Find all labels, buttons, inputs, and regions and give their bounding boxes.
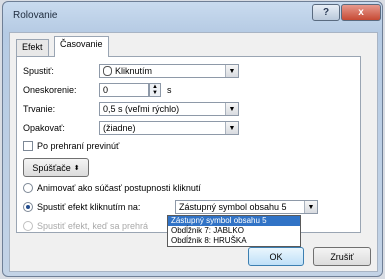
- start-select[interactable]: Kliknutím ▼: [99, 64, 239, 78]
- start-value: Kliknutím: [115, 66, 153, 76]
- repeat-select[interactable]: (žiadne) ▼: [99, 121, 239, 135]
- radio-click-on-label: Spustiť efekt kliknutím na:: [37, 202, 141, 212]
- help-button[interactable]: ?: [312, 4, 340, 21]
- start-label: Spustiť:: [23, 66, 54, 76]
- trigger-object-select[interactable]: Zástupný symbol obsahu 5 ▼: [175, 200, 318, 214]
- duration-value: 0,5 s (veľmi rýchlo): [103, 104, 180, 114]
- rewind-label: Po prehraní previnúť: [37, 141, 120, 151]
- tab-efekt[interactable]: Efekt: [16, 39, 49, 56]
- delay-spinner[interactable]: ▲ ▼: [149, 83, 161, 97]
- radio-sequence-label: Animovať ako súčasť postupnosti kliknutí: [37, 183, 201, 193]
- chevron-down-icon[interactable]: ▼: [225, 103, 238, 115]
- delay-unit: s: [167, 85, 172, 95]
- timing-panel: Spustiť: Kliknutím ▼ Oneskorenie: 0 ▲ ▼ s…: [16, 56, 361, 233]
- dialog-window: Rolovanie ? x Efekt Časovanie Spustiť: K…: [2, 1, 383, 277]
- repeat-label: Opakovať:: [23, 123, 65, 133]
- duration-label: Trvanie:: [23, 104, 56, 114]
- chevron-down-icon[interactable]: ▼: [225, 122, 238, 134]
- radio-bookmark: [23, 221, 33, 231]
- trigger-dropdown-list: Zástupný symbol obsahu 5 Obdĺžnik 7: JAB…: [167, 215, 301, 247]
- chevron-down-icon[interactable]: ▼: [225, 65, 238, 77]
- expand-icon: ⬍: [73, 164, 80, 172]
- radio-bookmark-label: Spustiť efekt, keď sa prehrá: [37, 221, 148, 231]
- ok-button[interactable]: OK: [248, 247, 304, 266]
- delay-input[interactable]: 0: [99, 83, 149, 97]
- triggers-button[interactable]: Spúšťače ⬍: [23, 158, 89, 177]
- radio-click-on[interactable]: [23, 202, 33, 212]
- radio-sequence[interactable]: [23, 183, 33, 193]
- tab-casovanie[interactable]: Časovanie: [54, 36, 109, 57]
- mouse-click-icon: [103, 66, 112, 76]
- delay-label: Oneskorenie:: [23, 85, 77, 95]
- dropdown-item[interactable]: Zástupný symbol obsahu 5: [168, 216, 300, 226]
- dropdown-item[interactable]: Obdĺžnik 8: HRUŠKA: [168, 236, 300, 246]
- duration-select[interactable]: 0,5 s (veľmi rýchlo) ▼: [99, 102, 239, 116]
- rewind-checkbox[interactable]: [23, 141, 33, 151]
- cancel-button[interactable]: Zrušiť: [313, 247, 371, 266]
- repeat-value: (žiadne): [103, 123, 136, 133]
- dropdown-item[interactable]: Obdĺžnik 7: JABLKO: [168, 226, 300, 236]
- triggers-label: Spúšťače: [32, 162, 71, 173]
- trigger-object-value: Zástupný symbol obsahu 5: [179, 202, 287, 212]
- title-bar[interactable]: Rolovanie ? x: [3, 2, 382, 28]
- chevron-down-icon[interactable]: ▼: [304, 201, 317, 213]
- dialog-title: Rolovanie: [13, 10, 58, 21]
- close-button[interactable]: x: [341, 4, 381, 21]
